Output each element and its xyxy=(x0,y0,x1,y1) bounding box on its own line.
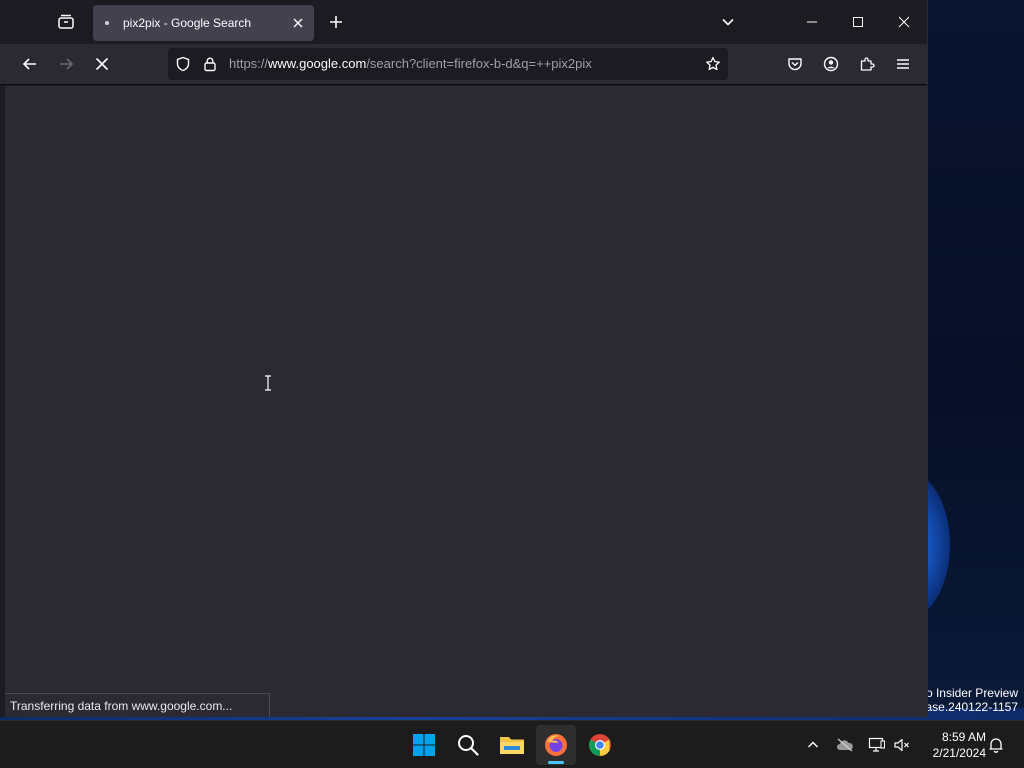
folder-icon xyxy=(500,737,524,754)
lock-icon xyxy=(204,57,216,72)
forward-arrow-icon xyxy=(60,58,74,70)
bell-icon xyxy=(989,738,1003,753)
url-path: /search?client=firefox-b-d&q=++pix2pix xyxy=(366,56,592,71)
account-icon xyxy=(823,56,839,72)
volume-tray-button[interactable] xyxy=(890,733,914,757)
tab-strip: pix2pix - Google Search xyxy=(0,0,927,44)
firefox-view-button[interactable] xyxy=(50,6,82,38)
back-arrow-icon xyxy=(22,58,36,70)
network-icon xyxy=(868,737,885,752)
chrome-taskbar-button[interactable] xyxy=(580,725,620,765)
plus-icon xyxy=(330,16,342,28)
firefox-view-icon xyxy=(58,14,74,29)
close-icon xyxy=(898,16,910,28)
close-window-button[interactable] xyxy=(881,0,927,44)
search-icon xyxy=(458,735,479,756)
cloud-icon xyxy=(837,738,853,752)
running-app-indicator xyxy=(548,761,564,764)
tab-close-button[interactable] xyxy=(286,11,310,35)
show-hidden-icons-button[interactable] xyxy=(801,733,825,757)
notifications-button[interactable] xyxy=(984,733,1008,757)
page-content[interactable] xyxy=(5,86,927,717)
pocket-button[interactable] xyxy=(780,49,810,79)
clock-time: 8:59 AM xyxy=(941,730,986,744)
new-tab-button[interactable] xyxy=(322,8,350,36)
text-cursor-icon xyxy=(265,375,271,391)
account-button[interactable] xyxy=(816,49,846,79)
maximize-icon xyxy=(853,17,863,27)
taskbar: 8:59 AM 2/21/2024 xyxy=(0,720,1024,768)
tracking-protection-button[interactable] xyxy=(174,55,192,73)
back-button[interactable] xyxy=(15,49,45,79)
star-icon xyxy=(706,56,720,71)
chevron-up-icon xyxy=(808,741,818,748)
hamburger-menu-icon xyxy=(897,59,909,69)
stop-loading-icon xyxy=(95,57,109,71)
firefox-icon xyxy=(545,734,567,756)
file-explorer-button[interactable] xyxy=(492,725,532,765)
minimize-button[interactable] xyxy=(789,0,835,44)
forward-button[interactable] xyxy=(51,49,81,79)
bookmark-page-button[interactable] xyxy=(704,55,722,73)
start-button[interactable] xyxy=(404,725,444,765)
search-button[interactable] xyxy=(448,725,488,765)
address-bar[interactable]: https://www.google.com/search?client=fir… xyxy=(168,48,728,80)
pocket-icon xyxy=(788,58,802,71)
tab-google-search[interactable]: pix2pix - Google Search xyxy=(93,5,314,41)
firefox-window: pix2pix - Google Search https://www.goog… xyxy=(0,0,928,717)
status-panel: Transferring data from www.google.com... xyxy=(5,693,270,717)
url-text[interactable]: https://www.google.com/search?client=fir… xyxy=(229,56,592,71)
minimize-icon xyxy=(807,21,817,23)
application-menu-button[interactable] xyxy=(888,49,918,79)
list-all-tabs-button[interactable] xyxy=(714,8,742,36)
maximize-button[interactable] xyxy=(835,0,881,44)
navigation-toolbar: https://www.google.com/search?client=fir… xyxy=(0,44,927,85)
clock-date: 2/21/2024 xyxy=(932,746,986,760)
stop-loading-button[interactable] xyxy=(87,49,117,79)
url-scheme: https:// xyxy=(229,56,269,71)
tab-loading-indicator xyxy=(105,21,109,25)
system-clock[interactable]: 8:59 AM 2/21/2024 xyxy=(920,729,986,761)
onedrive-tray-button[interactable] xyxy=(833,733,857,757)
close-icon xyxy=(293,18,303,28)
puzzle-icon xyxy=(860,57,875,71)
chevron-down-icon xyxy=(722,18,734,26)
network-tray-button[interactable] xyxy=(865,733,889,757)
tab-title: pix2pix - Google Search xyxy=(123,16,252,30)
windows-logo-icon xyxy=(413,734,435,756)
shield-icon xyxy=(176,56,190,72)
url-host: www.google.com xyxy=(268,56,367,71)
extensions-button[interactable] xyxy=(852,49,882,79)
firefox-taskbar-button[interactable] xyxy=(536,725,576,765)
chrome-icon xyxy=(589,734,611,756)
volume-muted-icon xyxy=(894,738,909,752)
site-security-button[interactable] xyxy=(201,55,219,73)
